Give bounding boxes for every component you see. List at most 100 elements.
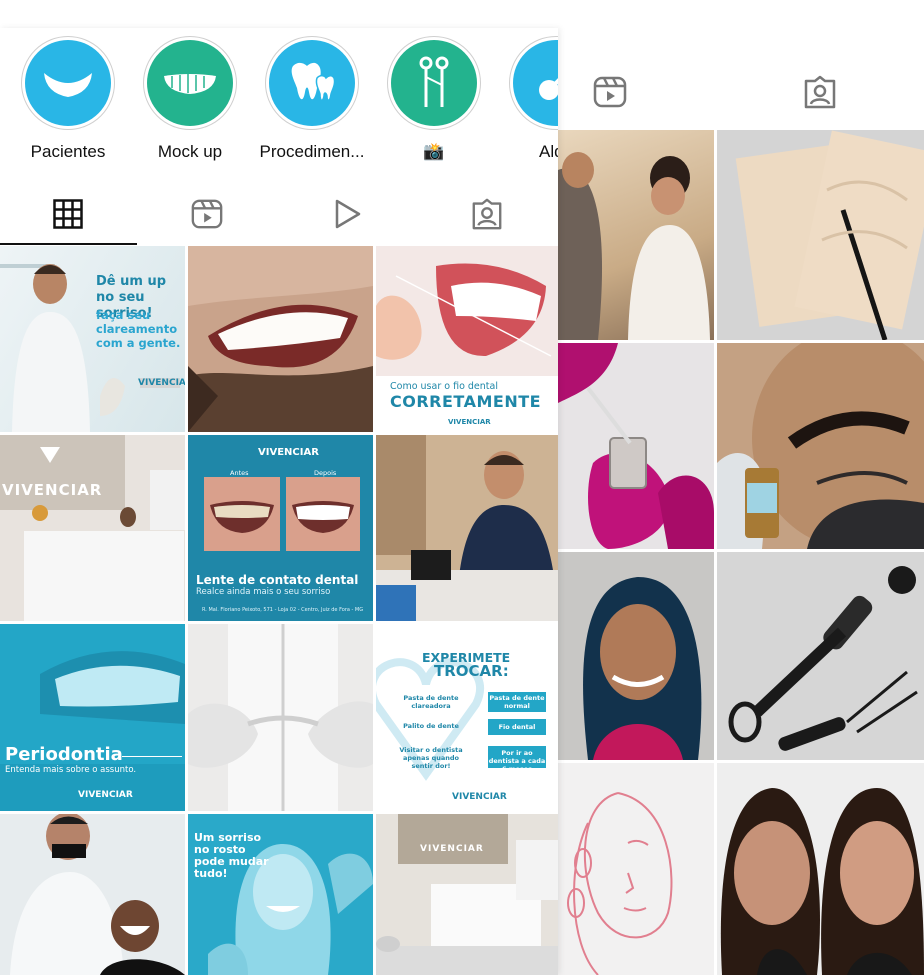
tagged-tab[interactable] xyxy=(469,196,505,232)
highlight-ring xyxy=(265,36,359,130)
grid-icon xyxy=(53,199,83,229)
gloved-hands-photo xyxy=(558,343,714,549)
hair-tools-photo xyxy=(728,566,918,751)
post-tile[interactable]: Dê um up no seu sorriso! faça seu clarea… xyxy=(0,246,185,432)
clinic-post-grid: Dê um up no seu sorriso! faça seu clarea… xyxy=(0,246,558,975)
brand-logo-text: VIVENCIAR xyxy=(138,378,185,388)
highlight-pacientes[interactable]: Pacientes xyxy=(13,36,123,162)
post-tile[interactable] xyxy=(558,343,714,549)
active-tab-indicator xyxy=(0,243,137,245)
title-divider xyxy=(122,756,182,757)
post-subtitle: Realce ainda mais o seu sorriso xyxy=(196,587,331,597)
before-after-photo xyxy=(204,477,360,551)
swap-left-2: Palito de dente xyxy=(403,722,459,730)
post-title: Lente de contato dental xyxy=(196,573,359,587)
reels-tab[interactable] xyxy=(189,196,225,232)
clinic-profile-panel: Pacientes Mock up Procedimen... 📸 ♪ xyxy=(0,28,558,975)
highlight-ring xyxy=(21,36,115,130)
swap-right-2: Fio dental xyxy=(488,719,546,735)
post-tile[interactable]: Periodontia Entenda mais sobre o assunto… xyxy=(0,624,185,811)
brow-stencil-photo xyxy=(735,130,924,340)
clinic-sign: VIVENCIAR xyxy=(420,844,484,854)
highlight-procedimentos[interactable]: Procedimen... xyxy=(257,36,367,162)
reels-icon xyxy=(593,76,627,108)
post-tile[interactable] xyxy=(376,435,558,621)
swap-left-1: Pasta de dente clareadora xyxy=(403,694,459,710)
selfie-photo xyxy=(720,788,924,975)
tagged-icon xyxy=(804,75,836,109)
profile-content-tabs xyxy=(0,186,558,246)
highlight-label: Procedimen... xyxy=(259,142,365,161)
post-tile[interactable] xyxy=(558,763,714,975)
swap-right-3: Por ir ao dentista a cada 6 meses xyxy=(488,746,546,773)
highlight-ring xyxy=(143,36,237,130)
tagged-tab[interactable] xyxy=(802,74,838,110)
reels-tab[interactable] xyxy=(592,74,628,110)
teeth-icon xyxy=(164,74,216,94)
secondary-post-grid xyxy=(558,130,924,975)
dental-tools-icon xyxy=(419,56,449,107)
highlight-label: Mock up xyxy=(157,142,223,161)
highlight-photos[interactable]: 📸 xyxy=(379,36,489,162)
before-label: Antes xyxy=(230,469,249,477)
post-tile[interactable] xyxy=(0,814,185,975)
highlight-label: Pacientes xyxy=(30,142,106,161)
highlight-label: 📸 xyxy=(423,142,445,161)
post-tile[interactable] xyxy=(717,343,924,549)
reels-icon xyxy=(191,199,223,229)
smile-icon xyxy=(44,73,92,97)
post-caption-line1: Como usar o fio dental xyxy=(390,381,498,392)
highlight-ring: ♪ xyxy=(509,36,558,130)
brand-logo-text: VIVENCIAR xyxy=(452,792,507,802)
smile-closeup-photo xyxy=(188,246,373,432)
clinic-interior-photo xyxy=(376,814,558,975)
post-tile[interactable]: Como usar o fio dental CORRETAMENTE VIVE… xyxy=(376,246,558,432)
brand-logo-text: VIVENCIAR xyxy=(258,447,319,458)
post-title: Periodontia xyxy=(5,744,123,765)
tooth-icon xyxy=(291,62,336,101)
post-title-line2: TROCAR: xyxy=(434,662,509,680)
post-tile[interactable]: Um sorriso no rosto pode mudar tudo! xyxy=(188,814,373,975)
brand-logo-text: VIVENCIAR xyxy=(448,418,491,426)
aligner-photo xyxy=(188,624,373,811)
after-label: Depois xyxy=(314,469,337,477)
post-tile[interactable] xyxy=(558,552,714,760)
highlight-cover xyxy=(391,40,477,126)
brand-logo-text: VIVENCIAR xyxy=(78,790,133,800)
dentist-with-patient-photo xyxy=(10,814,185,975)
highlight-cover xyxy=(269,40,355,126)
post-tile[interactable]: VIVENCIAR xyxy=(376,814,558,975)
post-tile[interactable] xyxy=(717,552,924,760)
guitar-icon: ♪ xyxy=(539,78,558,100)
videos-tab[interactable] xyxy=(329,196,365,232)
post-tile[interactable] xyxy=(717,763,924,975)
post-tile[interactable] xyxy=(188,246,373,432)
portrait-photo xyxy=(583,577,702,760)
post-tile[interactable] xyxy=(558,130,714,340)
post-tile[interactable]: VIVENCIAR Antes Depois Lente de contato … xyxy=(188,435,373,621)
highlight-label: Alqu xyxy=(538,142,558,161)
clinic-sign: VIVENCIAR xyxy=(2,481,103,499)
play-icon xyxy=(335,199,361,229)
post-title: Um sorriso no rosto pode mudar tudo! xyxy=(194,831,269,880)
highlight-alqu[interactable]: ♪ Alqu xyxy=(501,36,558,162)
posts-grid-tab[interactable] xyxy=(50,196,86,232)
secondary-profile-tabs xyxy=(558,0,924,130)
post-tile[interactable]: EXPERIMETE TROCAR: Pasta de dente clarea… xyxy=(376,624,558,811)
tagged-icon xyxy=(472,198,502,230)
post-subtitle: faça seu clareamento com a gente. xyxy=(96,308,181,350)
dentist-at-desk-photo xyxy=(376,435,558,621)
highlight-cover xyxy=(147,40,233,126)
post-tile[interactable] xyxy=(188,624,373,811)
post-tile[interactable]: VIVENCIAR xyxy=(0,435,185,621)
bride-fitting-photo xyxy=(558,152,710,340)
post-tile[interactable] xyxy=(717,130,924,340)
highlight-ring xyxy=(387,36,481,130)
line-art-face xyxy=(567,792,673,975)
highlight-mock-up[interactable]: Mock up xyxy=(135,36,245,162)
swap-left-3: Visitar o dentista apenas quando sentir … xyxy=(399,746,463,770)
teeth-closeup-photo xyxy=(0,651,185,811)
brow-tint-photo xyxy=(717,343,924,549)
swap-right-1: Pasta de dente normal xyxy=(488,692,546,712)
post-subtitle: Entenda mais sobre o assunto. xyxy=(5,765,137,775)
